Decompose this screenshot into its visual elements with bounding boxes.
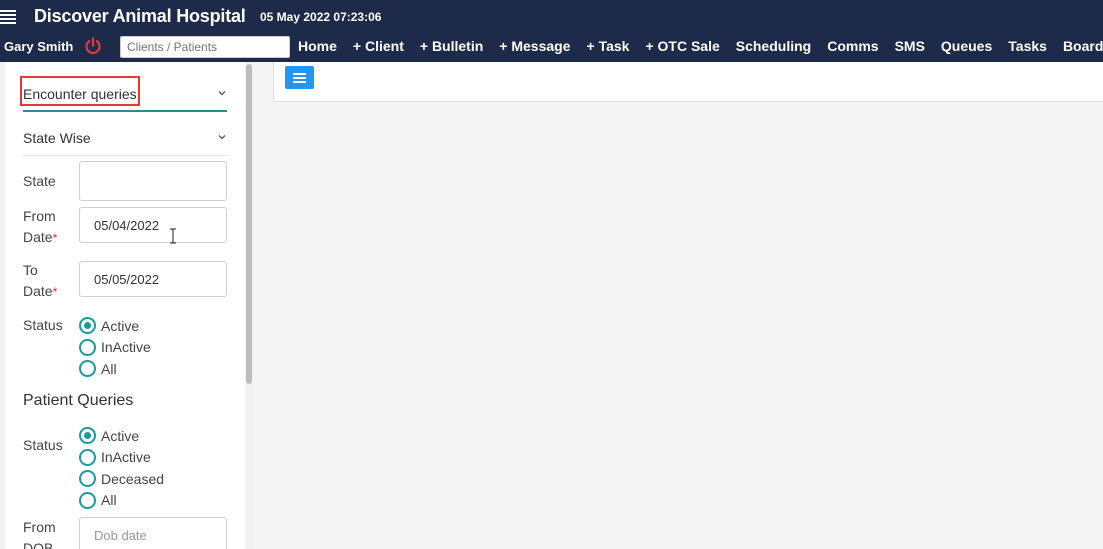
- nav-queues[interactable]: Queues: [941, 38, 992, 54]
- nav-add-bulletin[interactable]: + Bulletin: [420, 38, 483, 54]
- status-option-label: InActive: [101, 339, 151, 356]
- patient-status-option-inactive[interactable]: InActive: [79, 447, 164, 469]
- patient-status-option-label: Deceased: [101, 470, 165, 487]
- query-panel: Encounter queries State Wise State From …: [5, 62, 245, 549]
- patient-status-radio-group: Active InActive Deceased All: [79, 425, 164, 511]
- nav-scheduling[interactable]: Scheduling: [736, 38, 811, 54]
- required-mark: *: [52, 285, 58, 299]
- nav-add-client[interactable]: + Client: [353, 38, 404, 54]
- patient-status-option-label: All: [101, 492, 117, 509]
- radio-unchecked-icon[interactable]: [79, 338, 96, 356]
- state-input[interactable]: [79, 161, 227, 201]
- dob-date-input[interactable]: [79, 517, 227, 549]
- filter-type-value: State Wise: [23, 130, 91, 146]
- status-option-label: Active: [101, 317, 140, 334]
- sidebar-scrollbar[interactable]: [246, 64, 252, 384]
- patient-status-option-deceased[interactable]: Deceased: [79, 468, 164, 490]
- to-date-label-text: To Date: [23, 262, 53, 299]
- top-header: Discover Animal Hospital 05 May 2022 07:…: [0, 0, 1103, 62]
- radio-unchecked-icon[interactable]: [79, 491, 96, 509]
- query-sidebar: Encounter queries State Wise State From …: [0, 62, 254, 549]
- query-type-value: Encounter queries: [23, 86, 137, 102]
- nav-boarding[interactable]: Boarding: [1063, 38, 1103, 54]
- filter-type-select[interactable]: State Wise: [23, 124, 227, 156]
- chevron-down-icon: [218, 91, 226, 96]
- radio-checked-icon[interactable]: [79, 317, 96, 335]
- nav-add-message[interactable]: + Message: [499, 38, 570, 54]
- user-name[interactable]: Gary Smith: [4, 39, 73, 54]
- status-radio-group: Active InActive All: [79, 315, 151, 380]
- from-date-label: From Date*: [23, 206, 73, 249]
- toggle-menu-button[interactable]: [285, 66, 314, 89]
- status-option-label: All: [101, 360, 117, 377]
- patient-status-option-label: InActive: [101, 449, 151, 466]
- hamburger-menu-icon[interactable]: [0, 10, 16, 24]
- patient-status-option-label: Active: [101, 427, 140, 444]
- main-content: [254, 62, 1103, 549]
- query-type-select[interactable]: Encounter queries: [20, 76, 227, 112]
- from-dob-label: From DOB: [23, 519, 56, 549]
- nav-sms[interactable]: SMS: [895, 38, 925, 54]
- patient-status-option-active[interactable]: Active: [79, 425, 164, 447]
- main-nav: Home + Client + Bulletin + Message + Tas…: [298, 38, 1103, 54]
- radio-unchecked-icon[interactable]: [79, 360, 96, 378]
- main-toolbar: [273, 62, 1103, 102]
- radio-unchecked-icon[interactable]: [79, 470, 96, 488]
- radio-checked-icon[interactable]: [79, 427, 96, 445]
- required-mark: *: [52, 231, 58, 245]
- nav-add-otc-sale[interactable]: + OTC Sale: [645, 38, 719, 54]
- clients-patients-search-input[interactable]: [120, 36, 290, 58]
- power-icon[interactable]: [83, 36, 103, 56]
- status-label: Status: [23, 317, 63, 333]
- status-option-active[interactable]: Active: [79, 315, 151, 337]
- nav-tasks[interactable]: Tasks: [1008, 38, 1047, 54]
- state-label: State: [23, 173, 56, 189]
- radio-unchecked-icon[interactable]: [79, 448, 96, 466]
- from-date-input[interactable]: [79, 207, 227, 243]
- app-title: Discover Animal Hospital: [34, 6, 246, 26]
- nav-add-task[interactable]: + Task: [587, 38, 630, 54]
- from-date-label-text: From Date: [23, 208, 56, 245]
- patient-status-option-all[interactable]: All: [79, 490, 164, 512]
- status-option-all[interactable]: All: [79, 358, 151, 380]
- current-datetime: 05 May 2022 07:23:06: [260, 10, 382, 24]
- nav-home[interactable]: Home: [298, 38, 337, 54]
- patient-status-label: Status: [23, 437, 63, 453]
- to-date-label: To Date*: [23, 260, 73, 303]
- nav-comms[interactable]: Comms: [827, 38, 878, 54]
- text-cursor-icon: [170, 228, 176, 244]
- status-option-inactive[interactable]: InActive: [79, 337, 151, 359]
- chevron-down-icon: [218, 135, 226, 140]
- patient-queries-title: Patient Queries: [23, 392, 134, 409]
- to-date-input[interactable]: [79, 261, 227, 297]
